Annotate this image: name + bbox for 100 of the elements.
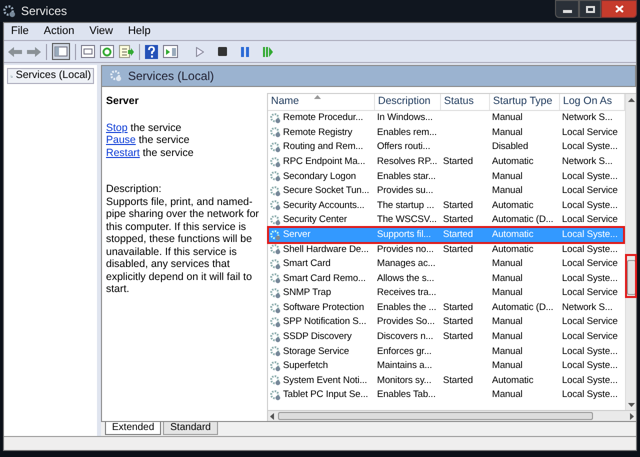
- action-link[interactable]: Stop: [106, 122, 128, 134]
- table-cell-text: Started: [443, 213, 473, 228]
- view-tab[interactable]: Standard: [163, 422, 218, 435]
- menu-item[interactable]: Help: [128, 23, 151, 40]
- table-row[interactable]: Secure Socket Tun... Provides su... Manual Local Service: [268, 184, 625, 199]
- table-row[interactable]: Software Protection Enables the ... Started Automatic (D... Network S...: [268, 300, 625, 316]
- refresh-icon[interactable]: [100, 45, 114, 58]
- table-cell: Enforces gr...: [377, 344, 432, 359]
- table-row[interactable]: Security Center The WSCSV... Started Automatic (D... Local Service: [268, 213, 625, 228]
- table-row[interactable]: Remote Procedur... In Windows... Manual Network S...: [268, 111, 625, 126]
- table-cell-text: Network S...: [562, 300, 613, 315]
- scroll-left-icon[interactable]: [270, 412, 274, 420]
- table-cell-text: Manual: [492, 388, 523, 402]
- table-cell-text: Started: [443, 228, 473, 242]
- column-header[interactable]: Status: [441, 94, 490, 110]
- table-cell-text: SPP Notification S...: [283, 315, 366, 330]
- table-cell: Manual: [492, 330, 523, 344]
- table-row[interactable]: Remote Registry Enables rem... Manual Local Service: [268, 126, 625, 140]
- menu-item[interactable]: Action: [44, 23, 74, 40]
- scroll-down-icon[interactable]: [628, 403, 634, 407]
- table-cell: Manages ac...: [377, 257, 436, 272]
- table-cell-text: Supports fil...: [377, 228, 431, 242]
- vertical-scrollbar[interactable]: [625, 94, 636, 410]
- table-cell-text: System Event Noti...: [283, 374, 368, 388]
- table-cell-text: Local Syste...: [562, 374, 618, 388]
- table-cell-text: Automatic (D...: [492, 213, 554, 228]
- help-icon[interactable]: [145, 44, 158, 58]
- table-cell: Manual: [492, 344, 523, 359]
- column-header[interactable]: Name: [268, 94, 375, 110]
- maximize-icon: [586, 6, 594, 12]
- view-tab[interactable]: Extended: [105, 422, 162, 435]
- table-row[interactable]: SPP Notification S... Provides So... Started Manual Local Service: [268, 315, 625, 330]
- column-header[interactable]: Description: [375, 94, 441, 110]
- table-row[interactable]: System Event Noti... Monitors sy... Started Automatic Local Syste...: [268, 374, 625, 388]
- table-row[interactable]: Smart Card Manages ac... Manual Local Service: [268, 256, 625, 272]
- restart-icon[interactable]: [263, 46, 273, 56]
- table-cell-text: Started: [443, 154, 473, 169]
- minimize-icon: [562, 10, 572, 13]
- action-pane-icon[interactable]: [163, 45, 178, 58]
- table-row[interactable]: Routing and Rem... Offers routi... Disabled Local Syste...: [268, 140, 625, 155]
- close-button[interactable]: [601, 0, 637, 18]
- table-cell-text: Enables the ...: [377, 300, 436, 315]
- table-cell-text: Monitors sy...: [377, 374, 432, 388]
- action-link[interactable]: Restart: [106, 146, 140, 158]
- maximize-button[interactable]: [579, 0, 601, 18]
- table-cell-text: Local Service: [562, 315, 618, 330]
- scroll-right-icon[interactable]: [630, 412, 634, 420]
- table-cell: Local Service: [562, 184, 618, 198]
- table-row[interactable]: Superfetch Maintains a... Manual Local Syste...: [268, 359, 625, 374]
- table-cell-text: Started: [443, 374, 473, 388]
- table-row[interactable]: Shell Hardware De... Provides no... Started Automatic Local Syste...: [268, 242, 625, 257]
- pause-icon[interactable]: [241, 46, 249, 56]
- table-row[interactable]: SSDP Discovery Discovers n... Started Manual Local Service: [268, 330, 625, 344]
- table-cell-text: Started: [443, 300, 473, 315]
- table-cell: Smart Card: [283, 257, 331, 272]
- table-cell-text: Routing and Rem...: [283, 140, 364, 154]
- table-cell-text: Local Syste...: [562, 359, 618, 374]
- table-row[interactable]: RPC Endpoint Ma... Resolves RP... Started Automatic Network S...: [268, 154, 625, 170]
- table-row[interactable]: Secondary Logon Enables star... Manual Local Syste...: [268, 169, 625, 184]
- forward-arrow-icon[interactable]: [27, 46, 41, 58]
- table-cell-text: Manual: [492, 315, 523, 330]
- play-icon[interactable]: [196, 46, 204, 56]
- panel-title: Services (Local): [128, 68, 214, 85]
- table-cell-text: Automatic: [492, 228, 534, 242]
- table-row[interactable]: SNMP Trap Receives tra... Manual Local Service: [268, 286, 625, 301]
- table-cell: Local Syste...: [562, 344, 618, 359]
- action-link[interactable]: Pause: [106, 134, 136, 146]
- table-cell-text: Local Syste...: [562, 228, 618, 242]
- scroll-up-icon[interactable]: [628, 98, 634, 102]
- table-cell: Local Syste...: [562, 272, 618, 286]
- window-icon[interactable]: [81, 45, 95, 58]
- table-cell-text: Local Service: [562, 213, 618, 228]
- table-cell-text: Automatic (D...: [492, 300, 554, 315]
- service-name: Server: [106, 95, 140, 108]
- back-arrow-icon[interactable]: [8, 46, 22, 58]
- menu-item[interactable]: File: [11, 23, 29, 40]
- table-cell-text: RPC Endpoint Ma...: [283, 154, 366, 169]
- console-tree-icon[interactable]: [52, 43, 70, 60]
- minimize-button[interactable]: [555, 0, 579, 18]
- table-cell-text: SNMP Trap: [283, 286, 332, 300]
- table-cell: Started: [443, 198, 473, 213]
- column-header[interactable]: Startup Type: [490, 94, 560, 110]
- scroll-thumb[interactable]: [278, 412, 593, 420]
- table-row[interactable]: Tablet PC Input Se... Enables Tab... Manual Local Syste...: [268, 388, 625, 403]
- table-cell: Local Service: [562, 257, 618, 272]
- table-cell-text: Automatic: [492, 374, 534, 388]
- horizontal-scrollbar[interactable]: [268, 410, 636, 421]
- export-list-icon[interactable]: [119, 45, 134, 58]
- table-row[interactable]: Security Accounts... The startup ... Started Automatic Local Syste...: [268, 198, 625, 214]
- table-cell-text: Network S...: [562, 154, 613, 169]
- table-cell-text: Remote Registry: [283, 126, 352, 140]
- table-cell: Security Accounts...: [283, 198, 364, 213]
- table-cell-text: Local Service: [562, 286, 618, 300]
- table-row[interactable]: Storage Service Enforces gr... Manual Local Syste...: [268, 344, 625, 360]
- table-cell: Automatic: [492, 198, 534, 213]
- table-row[interactable]: Smart Card Remo... Allows the s... Manual Local Syste...: [268, 272, 625, 286]
- tree-item[interactable]: Services (Local): [7, 68, 94, 84]
- table-cell-text: Local Service: [562, 126, 618, 140]
- menu-item[interactable]: View: [89, 23, 113, 40]
- table-cell: Enables star...: [377, 170, 436, 184]
